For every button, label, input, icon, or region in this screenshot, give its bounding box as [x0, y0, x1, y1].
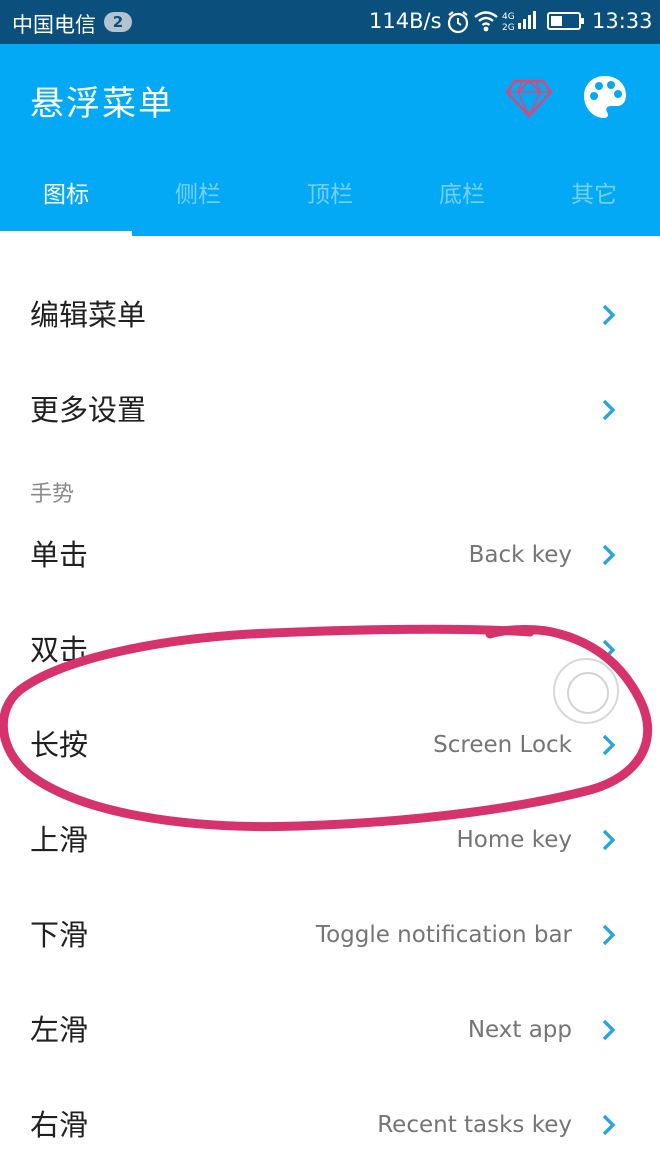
- tab-topbar[interactable]: 顶栏: [264, 170, 396, 236]
- chevron-right-icon: [602, 1019, 616, 1041]
- palette-icon[interactable]: [582, 74, 628, 120]
- more-settings-row[interactable]: 更多设置: [0, 365, 660, 455]
- chevron-right-icon: [602, 304, 616, 326]
- row-label: 左滑: [30, 1013, 89, 1047]
- gesture-row-swipe-right[interactable]: 右滑 Recent tasks key: [0, 1080, 660, 1170]
- chevron-right-icon: [602, 1114, 616, 1136]
- clock: 13:33: [592, 9, 653, 33]
- row-label: 单击: [30, 538, 89, 572]
- row-label: 长按: [30, 728, 89, 762]
- edit-menu-row[interactable]: 编辑菜单: [0, 270, 660, 360]
- svg-text:2G: 2G: [502, 23, 515, 33]
- tab-sidebar[interactable]: 侧栏: [132, 170, 264, 236]
- row-label: 更多设置: [30, 393, 147, 427]
- chevron-right-icon: [602, 734, 616, 756]
- chevron-right-icon: [602, 829, 616, 851]
- tab-indicator: [0, 231, 132, 236]
- chevron-right-icon: [602, 924, 616, 946]
- floating-ball[interactable]: [553, 658, 619, 724]
- row-value: Back key: [468, 542, 572, 568]
- signal-icon: 4G 2G: [502, 11, 536, 33]
- tab-label: 侧栏: [175, 182, 221, 208]
- gesture-row-swipe-up[interactable]: 上滑 Home key: [0, 795, 660, 885]
- row-label: 上滑: [30, 823, 89, 857]
- gestures-section-header: 手势: [30, 482, 75, 507]
- row-value: Screen Lock: [433, 732, 572, 758]
- battery-icon: [547, 12, 584, 30]
- carrier-name: 中国电信: [12, 13, 96, 37]
- row-label: 下滑: [30, 918, 89, 952]
- page-title: 悬浮菜单: [30, 84, 174, 124]
- tab-label: 底栏: [439, 182, 485, 208]
- gesture-row-swipe-down[interactable]: 下滑 Toggle notification bar: [0, 890, 660, 980]
- row-label: 双击: [30, 633, 89, 667]
- notification-count-badge: 2: [104, 12, 132, 32]
- chevron-right-icon: [602, 639, 616, 661]
- tab-label: 顶栏: [307, 182, 353, 208]
- tab-other[interactable]: 其它: [528, 170, 660, 236]
- diamond-icon[interactable]: [505, 78, 553, 118]
- gesture-row-single-tap[interactable]: 单击 Back key: [0, 510, 660, 600]
- chevron-right-icon: [602, 399, 616, 421]
- row-label: 编辑菜单: [30, 298, 147, 332]
- status-bar: 中国电信 2 114B/s 4G 2G 13:33: [0, 0, 660, 44]
- row-label: 右滑: [30, 1108, 89, 1142]
- tab-bottombar[interactable]: 底栏: [396, 170, 528, 236]
- gesture-row-swipe-left[interactable]: 左滑 Next app: [0, 985, 660, 1075]
- chevron-right-icon: [602, 544, 616, 566]
- row-value: Toggle notification bar: [315, 922, 572, 948]
- row-value: Next app: [467, 1017, 572, 1043]
- row-value: Home key: [456, 827, 573, 853]
- wifi-icon: [474, 11, 498, 32]
- svg-text:4G: 4G: [502, 12, 515, 22]
- tab-bar: 图标 侧栏 顶栏 底栏 其它: [0, 170, 660, 236]
- row-value: Recent tasks key: [377, 1112, 572, 1138]
- network-speed: 114B/s: [369, 9, 442, 33]
- tab-label: 其它: [571, 182, 617, 208]
- alarm-icon: [447, 11, 469, 34]
- app-bar: 悬浮菜单 图标 侧栏 顶栏 底栏 其它: [0, 44, 660, 236]
- tab-label: 图标: [43, 182, 89, 208]
- tab-icons[interactable]: 图标: [0, 170, 132, 236]
